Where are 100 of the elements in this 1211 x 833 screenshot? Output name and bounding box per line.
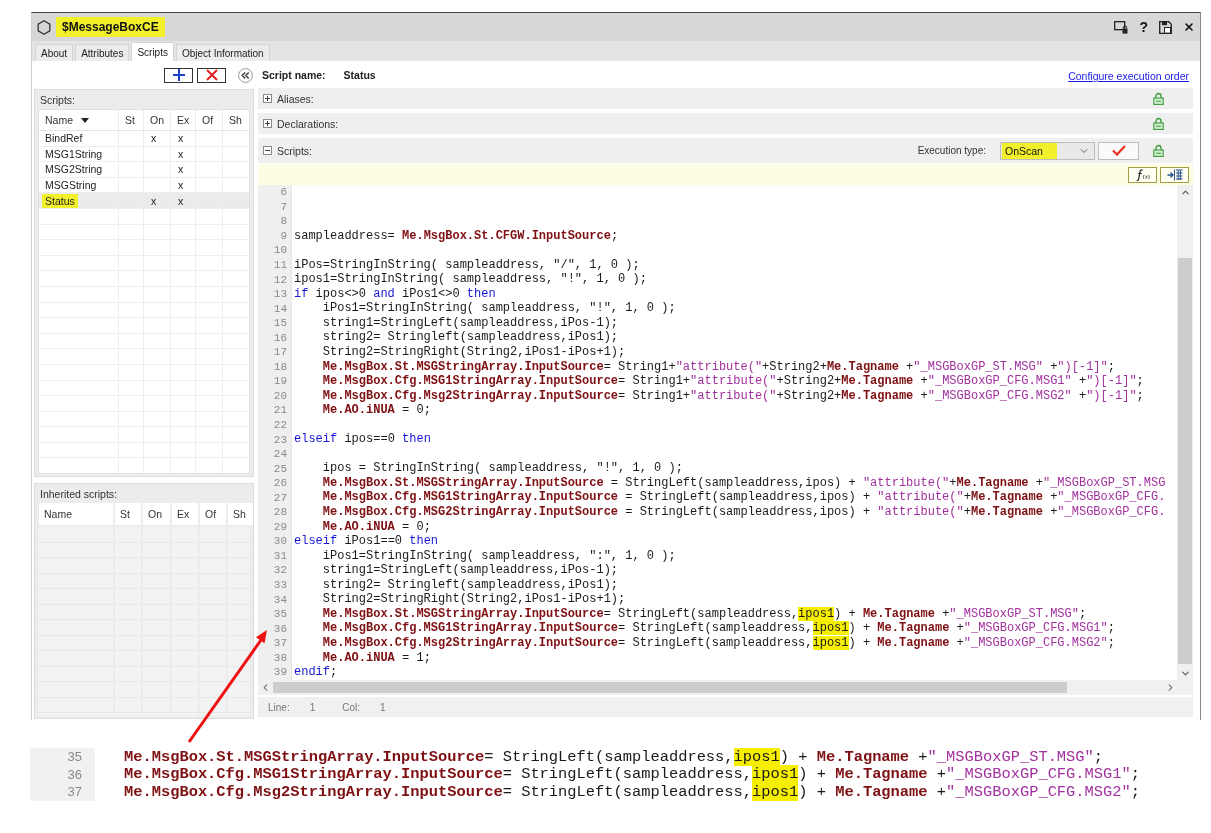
line-number: 39 bbox=[273, 666, 287, 679]
column-header[interactable]: Sh bbox=[228, 503, 253, 525]
script-name-label: Script name: bbox=[262, 68, 326, 81]
code-line: Me.MsgBox.Cfg.MSG1StringArray.InputSource= StringLeft(sampleaddress,ipos1) + Me.Tagname +"_MSGBoxGP_CFG.MSG1"; bbox=[321, 621, 1115, 636]
code-line: Me.MsgBox.Cfg.MSG1StringArray.InputSource = StringLeft(sampleaddress,ipos) + "attribute("+Me.Tagname +"_MSGBoxGP_CFG. bbox=[321, 490, 1166, 506]
execution-type-dropdown[interactable]: OnScan bbox=[1000, 141, 1095, 160]
code-line: String2=StringRight(String2,iPos1-iPos+1); bbox=[321, 592, 626, 607]
execution-type-label: Execution type: bbox=[917, 145, 986, 156]
status-value: 1 bbox=[309, 701, 316, 713]
line-number: 22 bbox=[273, 419, 287, 431]
screen-lock-button[interactable] bbox=[1114, 20, 1129, 34]
lock-icon bbox=[1153, 144, 1164, 157]
table-cell: x bbox=[144, 131, 171, 146]
line-number: 12 bbox=[273, 273, 287, 286]
execution-order-link[interactable]: Configure execution order bbox=[1068, 70, 1189, 82]
code-line: ipos = StringInString( sampleaddress, "!", 1, 0 ); bbox=[321, 461, 683, 476]
line-number: 24 bbox=[273, 448, 287, 461]
close-button[interactable] bbox=[1183, 21, 1195, 33]
close-icon bbox=[1183, 21, 1195, 33]
save-button[interactable] bbox=[1159, 20, 1172, 34]
code-line: iPos=StringInString( sampleaddress, "/", 1, 0 ); bbox=[294, 257, 640, 273]
code-line: Me.AO.iNUA = 0; bbox=[321, 403, 431, 418]
table-cell: x bbox=[144, 193, 171, 208]
tab[interactable]: Object Information bbox=[175, 44, 270, 61]
column-header[interactable]: Of bbox=[200, 503, 226, 525]
delete-button[interactable] bbox=[197, 67, 226, 83]
collapse-panel-button[interactable] bbox=[238, 67, 253, 83]
column-header[interactable]: Ex bbox=[172, 503, 198, 525]
code-line: String2=StringRight(String2,iPos1-iPos+1); bbox=[321, 345, 626, 360]
line-number: 37 bbox=[67, 784, 82, 800]
code-line: string2= Stringleft(sampleaddress,iPos1); bbox=[321, 330, 619, 345]
script-row[interactable]: Status x x bbox=[39, 193, 249, 209]
column-header[interactable]: Name bbox=[39, 110, 119, 130]
column-header[interactable]: St bbox=[115, 503, 141, 525]
column-header[interactable]: Sh bbox=[223, 110, 249, 130]
lock-icon bbox=[1153, 92, 1164, 105]
column-header[interactable]: Name bbox=[39, 503, 113, 525]
line-number: 30 bbox=[273, 535, 287, 548]
code-line: Me.MsgBox.Cfg.MSG2StringArray.InputSource = StringLeft(sampleaddress,ipos) + "attribute("+Me.Tagname +"_MSGBoxGP_CFG. bbox=[321, 505, 1166, 520]
code-line: ipos1=StringInString( sampleaddress, "!", 1, 0 ); bbox=[294, 272, 647, 287]
code-line: string1=StringLeft(sampleaddress,iPos-1); bbox=[321, 563, 619, 578]
line-number: 15 bbox=[273, 317, 287, 330]
code-line: Me.AO.iNUA = 1; bbox=[321, 650, 431, 666]
lock-button[interactable] bbox=[1153, 92, 1164, 105]
code-line: Me.MsgBox.St.MSGStringArray.InputSource= String1+"attribute("+String2+Me.Tagname +"_MSGBoxGP_ST.MSG" +")[-1]"; bbox=[321, 359, 1115, 375]
code-line: elseif ipos==0 then bbox=[294, 432, 431, 447]
table-cell: BindRef bbox=[39, 131, 119, 146]
line-number: 25 bbox=[273, 462, 287, 475]
tab[interactable]: Scripts bbox=[131, 42, 174, 61]
script-name-value: Status bbox=[343, 68, 376, 81]
function-icon bbox=[1135, 168, 1150, 181]
line-number: 38 bbox=[273, 651, 287, 664]
tab[interactable]: About bbox=[35, 44, 74, 61]
column-header[interactable]: On bbox=[144, 110, 171, 130]
code-line: Me.MsgBox.Cfg.Msg2StringArray.InputSource= StringLeft(sampleaddress,ipos1) + Me.Tagname +"_MSGBoxGP_CFG.MSG2"; bbox=[124, 782, 1140, 801]
script-row[interactable]: MSG2String x bbox=[39, 162, 249, 178]
plus-box-icon[interactable] bbox=[263, 94, 272, 103]
line-number: 37 bbox=[273, 637, 287, 650]
line-number: 18 bbox=[273, 360, 287, 373]
code-line: Me.MsgBox.Cfg.Msg2StringArray.InputSource= String1+"attribute("+String2+Me.Tagname +"_MSGBoxGP_CFG.MSG2" +")[-1]"; bbox=[321, 388, 1144, 404]
lock-button[interactable] bbox=[1153, 117, 1164, 130]
lock-button[interactable] bbox=[1153, 144, 1164, 157]
column-header[interactable]: On bbox=[143, 503, 170, 525]
script-row[interactable]: BindRef x x bbox=[39, 131, 249, 147]
add-button[interactable] bbox=[164, 67, 193, 83]
line-number: 35 bbox=[273, 608, 287, 621]
lock-icon bbox=[1153, 117, 1164, 130]
status-label: Col: bbox=[342, 701, 361, 713]
line-number: 32 bbox=[273, 564, 287, 577]
help-button[interactable]: ? bbox=[1139, 20, 1148, 34]
column-header[interactable]: Ex bbox=[171, 110, 196, 130]
scrollbar-thumb[interactable] bbox=[273, 682, 1067, 693]
hexagon-icon bbox=[37, 19, 51, 35]
line-number: 19 bbox=[273, 375, 287, 388]
code-line: Me.MsgBox.Cfg.MSG1StringArray.InputSource= StringLeft(sampleaddress,ipos1) + Me.Tagname +"_MSGBoxGP_CFG.MSG1"; bbox=[124, 765, 1140, 784]
plus-box-icon[interactable] bbox=[263, 119, 272, 128]
insert-button[interactable] bbox=[1160, 166, 1189, 183]
line-number: 13 bbox=[273, 288, 287, 301]
scrollbar-thumb[interactable] bbox=[1178, 258, 1192, 664]
line-number: 34 bbox=[273, 593, 287, 606]
code-editor[interactable] bbox=[258, 185, 1193, 680]
apply-button[interactable] bbox=[1098, 141, 1139, 160]
line-number: 11 bbox=[273, 259, 287, 271]
table-cell: x bbox=[171, 193, 196, 208]
arrow-grid-icon bbox=[1166, 168, 1183, 181]
tab[interactable]: Attributes bbox=[75, 44, 130, 61]
panel-title: Scripts: bbox=[39, 93, 75, 108]
table-cell: x bbox=[171, 177, 196, 193]
line-number: 9 bbox=[280, 229, 287, 242]
line-number: 20 bbox=[273, 389, 287, 402]
table-cell: MSG1String bbox=[39, 146, 119, 162]
column-header[interactable]: St bbox=[119, 110, 144, 130]
line-number: 36 bbox=[67, 766, 82, 782]
code-line: Me.MsgBox.St.MSGStringArray.InputSource= StringLeft(sampleaddress,ipos1) + Me.Tagname +"_MSGBoxGP_ST.MSG"; bbox=[124, 747, 1104, 766]
function-button[interactable] bbox=[1128, 166, 1157, 183]
table-cell: Status bbox=[39, 193, 119, 208]
minus-box-icon[interactable] bbox=[263, 146, 272, 155]
column-header[interactable]: Of bbox=[196, 110, 223, 130]
line-number: 36 bbox=[273, 622, 287, 635]
line-number: 35 bbox=[67, 749, 82, 765]
